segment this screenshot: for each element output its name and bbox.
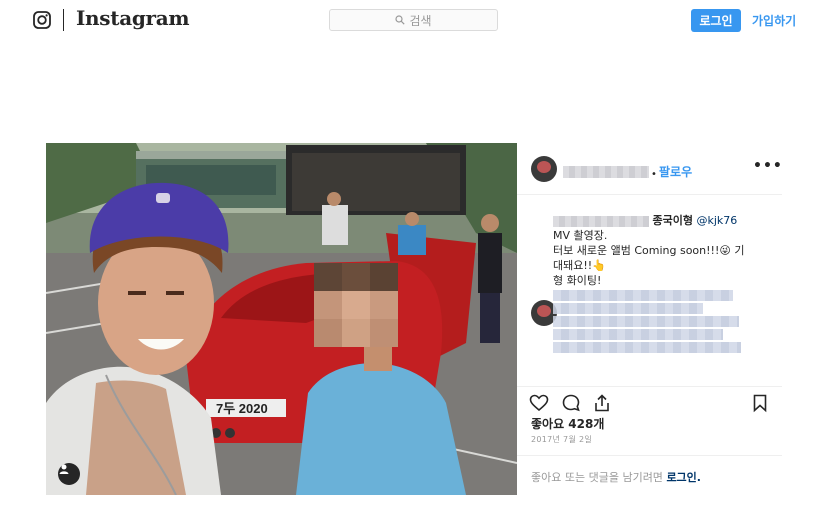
caption-line: 터보 새로운 앨범 Coming soon!!!😜 기 bbox=[553, 244, 745, 257]
login-button[interactable]: 로그인 bbox=[691, 9, 741, 32]
post-actions bbox=[517, 386, 782, 414]
caption-line: MV 촬영장. bbox=[553, 229, 608, 242]
license-plate-text: 7두 2020 bbox=[216, 401, 268, 416]
author-avatar[interactable] bbox=[531, 156, 557, 182]
post-header: • 팔로우 ••• bbox=[517, 143, 782, 195]
post-card: 7두 2020 • 팔로우 ••• 종국이형 @kjk76 MV 촬영장. 터보… bbox=[46, 143, 782, 495]
caption-line: 대돼요!!👆 bbox=[553, 259, 606, 272]
search-input[interactable]: 검색 bbox=[329, 9, 498, 31]
heart-icon[interactable] bbox=[529, 393, 549, 413]
author-name-blurred[interactable] bbox=[563, 166, 649, 178]
bookmark-icon[interactable] bbox=[750, 393, 770, 413]
like-count[interactable]: 좋아요 428개 bbox=[531, 415, 604, 432]
caption-header-line: 종국이형 @kjk76 bbox=[553, 213, 769, 228]
comment-prompt-text: 좋아요 또는 댓글을 남기려면 bbox=[531, 471, 663, 484]
hashtag-blurred bbox=[553, 303, 703, 314]
post-date[interactable]: 2017년 7월 2일 bbox=[531, 434, 592, 445]
caption-line: 형 화이팅! bbox=[553, 274, 602, 287]
hashtag-blurred bbox=[553, 329, 723, 340]
instagram-camera-icon[interactable] bbox=[33, 11, 51, 29]
search-icon bbox=[395, 15, 406, 25]
hashtag-blurred bbox=[553, 342, 741, 353]
hashtag-blurred bbox=[553, 290, 733, 301]
post-photo-illustration: 7두 2020 bbox=[46, 143, 517, 495]
pixelated-face bbox=[314, 263, 398, 347]
post-caption: 종국이형 @kjk76 MV 촬영장. 터보 새로운 앨범 Coming soo… bbox=[553, 213, 769, 353]
brand-logo[interactable]: Instagram bbox=[76, 6, 190, 30]
logo-divider bbox=[63, 9, 64, 31]
search-placeholder: 검색 bbox=[409, 13, 432, 28]
more-options-icon[interactable]: ••• bbox=[753, 158, 783, 174]
user-silhouette-icon bbox=[59, 464, 69, 474]
post-sidebar: • 팔로우 ••• 종국이형 @kjk76 MV 촬영장. 터보 새로운 앨범 … bbox=[517, 143, 782, 495]
caption-user-blurred bbox=[553, 215, 649, 227]
caption-user-name[interactable]: 종국이형 bbox=[653, 214, 693, 227]
caption-mention[interactable]: @kjk76 bbox=[696, 214, 737, 227]
top-nav: Instagram 검색 로그인 가입하기 bbox=[0, 0, 820, 42]
follow-button[interactable]: 팔로우 bbox=[659, 163, 692, 180]
comment-login-prompt: 좋아요 또는 댓글을 남기려면 로그인. bbox=[517, 455, 782, 495]
signup-link[interactable]: 가입하기 bbox=[752, 12, 796, 29]
post-photo[interactable]: 7두 2020 bbox=[46, 143, 517, 495]
hashtag-blurred bbox=[553, 316, 739, 327]
separator-dot: • bbox=[651, 169, 657, 180]
comment-icon[interactable] bbox=[561, 393, 581, 413]
user-tag-icon[interactable] bbox=[58, 463, 80, 485]
share-icon[interactable] bbox=[592, 393, 612, 413]
comment-login-link[interactable]: 로그인. bbox=[666, 471, 701, 484]
